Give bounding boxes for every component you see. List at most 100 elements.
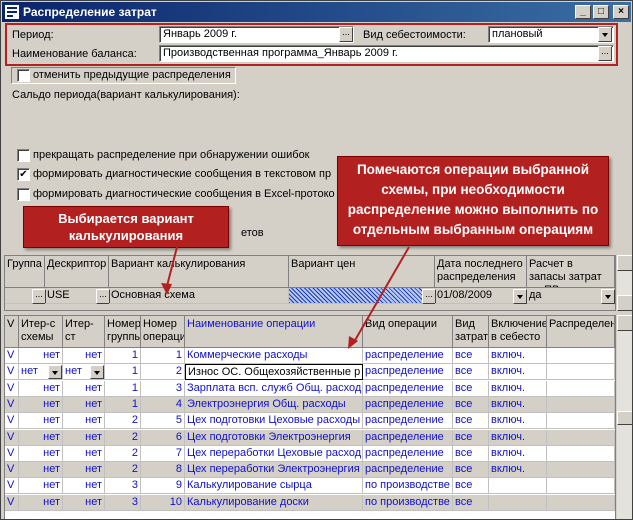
ops-header-iter-group[interactable]: Итер-ст группы bbox=[63, 316, 105, 348]
price-variant-select-button[interactable]: ... bbox=[422, 289, 436, 304]
ops-cell-incl[interactable]: включ. bbox=[489, 364, 547, 380]
ops-cell-grp[interactable]: 1 bbox=[105, 381, 141, 397]
ops-cell-v[interactable]: V bbox=[5, 478, 19, 494]
diag-excel-checkbox[interactable] bbox=[17, 188, 30, 201]
ops-header-include[interactable]: Включение в себесто bbox=[489, 316, 547, 348]
ops-cell-name[interactable]: Цех подготовки Электроэнергия bbox=[185, 430, 363, 446]
ops-cell-it1[interactable]: нет bbox=[19, 348, 63, 364]
ops-cell-it1[interactable]: нет bbox=[19, 446, 63, 462]
ops-cell-kind[interactable]: распределение bbox=[363, 381, 453, 397]
descriptor-select-button[interactable]: ... bbox=[96, 289, 110, 304]
ops-scroll-thumb[interactable] bbox=[617, 411, 632, 425]
ops-cell-kind[interactable]: распределение bbox=[363, 446, 453, 462]
ops-cell-cost[interactable]: все bbox=[453, 446, 489, 462]
ops-header-op-name[interactable]: Наименование операции bbox=[185, 316, 363, 348]
ops-cell-dist[interactable] bbox=[547, 430, 615, 446]
ops-cell-kind[interactable]: распределение bbox=[363, 397, 453, 413]
ops-cell-v[interactable]: V bbox=[5, 364, 19, 380]
ops-cell-v[interactable]: V bbox=[5, 381, 19, 397]
ops-cell-v[interactable]: V bbox=[5, 348, 19, 364]
ops-cell-cost[interactable]: все bbox=[453, 495, 489, 511]
ops-cell-dist[interactable] bbox=[547, 364, 615, 380]
ops-cell-it1[interactable]: нет bbox=[19, 478, 63, 494]
balance-field[interactable]: Производственная программа_Январь 2009 г… bbox=[159, 45, 614, 62]
ops-cell-kind[interactable]: распределение bbox=[363, 413, 453, 429]
ops-cell-incl[interactable]: включ. bbox=[489, 397, 547, 413]
ops-cell-grp[interactable]: 1 bbox=[105, 348, 141, 364]
ops-cell-cost[interactable]: все bbox=[453, 381, 489, 397]
ops-header-distrib[interactable]: Распределен bbox=[547, 316, 615, 348]
scroll-down-icon[interactable] bbox=[617, 295, 632, 311]
ops-cell-op[interactable]: 3 bbox=[141, 381, 185, 397]
ops-cell-cost[interactable]: все bbox=[453, 430, 489, 446]
period-select-button[interactable]: ... bbox=[339, 27, 353, 42]
ops-cell-cost[interactable]: все bbox=[453, 397, 489, 413]
ops-header-op-kind[interactable]: Вид операции bbox=[363, 316, 453, 348]
ops-cell-name[interactable]: Цех переработки Электроэнергия bbox=[185, 462, 363, 478]
ops-cell-name[interactable]: Калькулирование сырца bbox=[185, 478, 363, 494]
ops-grid-scrollbar[interactable] bbox=[617, 315, 632, 519]
ops-cell-v[interactable]: V bbox=[5, 495, 19, 511]
iter-dropdown-icon[interactable] bbox=[90, 365, 104, 379]
ops-cell-incl[interactable]: включ. bbox=[489, 462, 547, 478]
ops-cell-it1[interactable]: нет bbox=[19, 462, 63, 478]
ops-cell-op[interactable]: 10 bbox=[141, 495, 185, 511]
ops-cell-it2[interactable]: нет bbox=[63, 348, 105, 364]
ops-cell-it1[interactable]: нет bbox=[19, 381, 63, 397]
ops-cell-grp[interactable]: 3 bbox=[105, 495, 141, 511]
ops-cell-kind[interactable]: по производстве bbox=[363, 495, 453, 511]
ops-cell-cost[interactable]: все bbox=[453, 348, 489, 364]
ops-cell-name[interactable]: Калькулирование доски bbox=[185, 495, 363, 511]
ops-cell-incl[interactable]: включ. bbox=[489, 348, 547, 364]
diag-text-checkbox[interactable]: ✔ bbox=[17, 168, 30, 181]
ops-cell-it2[interactable]: нет bbox=[63, 495, 105, 511]
ops-cell-grp[interactable]: 2 bbox=[105, 413, 141, 429]
calc-variant-cell[interactable]: Основная схема bbox=[109, 288, 289, 304]
ops-cell-it2[interactable]: нет bbox=[63, 397, 105, 413]
ops-cell-grp[interactable]: 1 bbox=[105, 364, 141, 380]
ops-cell-op[interactable]: 9 bbox=[141, 478, 185, 494]
ops-cell-name[interactable]: Износ ОС. Общехозяйственные р bbox=[185, 364, 363, 380]
ops-header-v[interactable]: V bbox=[5, 316, 19, 348]
ops-cell-grp[interactable]: 1 bbox=[105, 397, 141, 413]
iter-dropdown-icon[interactable] bbox=[48, 365, 62, 379]
minimize-button[interactable]: _ bbox=[575, 5, 591, 19]
ops-cell-it1[interactable]: нет bbox=[19, 413, 63, 429]
cost-type-dropdown-icon[interactable] bbox=[598, 27, 612, 42]
ops-scroll-up-icon[interactable] bbox=[617, 315, 632, 331]
ops-cell-dist[interactable] bbox=[547, 495, 615, 511]
ops-cell-name[interactable]: Зарплата всп. служб Общ. расход bbox=[185, 381, 363, 397]
ops-cell-it2[interactable]: нет bbox=[63, 462, 105, 478]
ops-cell-dist[interactable] bbox=[547, 348, 615, 364]
ops-cell-it2[interactable]: нет bbox=[63, 413, 105, 429]
ops-cell-v[interactable]: V bbox=[5, 397, 19, 413]
ops-cell-grp[interactable]: 2 bbox=[105, 462, 141, 478]
header-calc-stock[interactable]: Расчет в запасы затрат по ПВ bbox=[527, 256, 615, 288]
cost-type-combo[interactable]: плановый bbox=[488, 26, 614, 43]
ops-cell-cost[interactable]: все bbox=[453, 462, 489, 478]
ops-cell-dist[interactable] bbox=[547, 478, 615, 494]
ops-cell-incl[interactable] bbox=[489, 495, 547, 511]
ops-cell-it2[interactable]: нет bbox=[63, 430, 105, 446]
ops-cell-incl[interactable]: включ. bbox=[489, 446, 547, 462]
ops-cell-dist[interactable] bbox=[547, 446, 615, 462]
header-last-date[interactable]: Дата последнего распределения bbox=[435, 256, 527, 288]
ops-header-iter-scheme[interactable]: Итер-с схемы bbox=[19, 316, 63, 348]
ops-cell-dist[interactable] bbox=[547, 462, 615, 478]
ops-cell-cost[interactable]: все bbox=[453, 364, 489, 380]
header-descriptor[interactable]: Дескриптор bbox=[45, 256, 109, 288]
balance-select-button[interactable]: ... bbox=[598, 46, 612, 61]
ops-cell-kind[interactable]: по производстве bbox=[363, 478, 453, 494]
header-group[interactable]: Группа bbox=[5, 256, 45, 288]
group-select-button[interactable]: ... bbox=[32, 289, 46, 304]
maximize-button[interactable]: □ bbox=[593, 5, 609, 19]
ops-cell-op[interactable]: 4 bbox=[141, 397, 185, 413]
ops-cell-v[interactable]: V bbox=[5, 462, 19, 478]
ops-cell-incl[interactable]: включ. bbox=[489, 430, 547, 446]
ops-cell-grp[interactable]: 3 bbox=[105, 478, 141, 494]
date-dropdown-icon[interactable] bbox=[513, 289, 527, 304]
ops-cell-name[interactable]: Электроэнергия Общ. расходы bbox=[185, 397, 363, 413]
ops-cell-cost[interactable]: все bbox=[453, 413, 489, 429]
ops-cell-kind[interactable]: распределение bbox=[363, 430, 453, 446]
ops-cell-it2[interactable]: нет bbox=[63, 446, 105, 462]
